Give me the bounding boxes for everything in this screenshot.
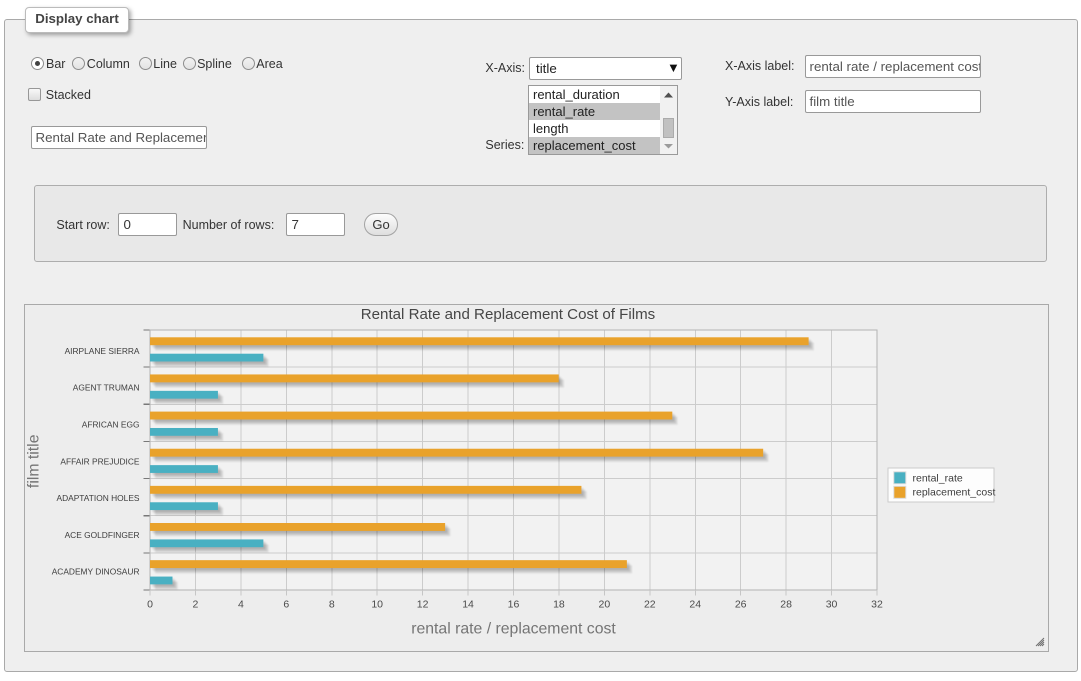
svg-text:16: 16 xyxy=(508,599,520,611)
svg-text:AFRICAN EGG: AFRICAN EGG xyxy=(82,420,140,430)
svg-text:rental rate / replacement cost: rental rate / replacement cost xyxy=(411,620,616,637)
svg-text:rental_rate: rental_rate xyxy=(913,472,963,484)
svg-text:18: 18 xyxy=(553,599,565,611)
svg-text:AFFAIR PREJUDICE: AFFAIR PREJUDICE xyxy=(60,456,140,466)
svg-text:ADAPTATION HOLES: ADAPTATION HOLES xyxy=(57,493,140,503)
svg-text:replacement_cost: replacement_cost xyxy=(913,487,996,499)
svg-text:32: 32 xyxy=(871,599,883,611)
svg-text:10: 10 xyxy=(371,599,383,611)
svg-text:22: 22 xyxy=(644,599,656,611)
svg-text:4: 4 xyxy=(238,599,244,611)
svg-text:14: 14 xyxy=(462,599,474,611)
svg-text:film title: film title xyxy=(26,434,43,488)
svg-text:Rental Rate and Replacement Co: Rental Rate and Replacement Cost of Film… xyxy=(361,306,655,323)
svg-text:2: 2 xyxy=(193,599,199,611)
svg-text:6: 6 xyxy=(283,599,289,611)
svg-text:AGENT TRUMAN: AGENT TRUMAN xyxy=(73,383,140,393)
svg-text:0: 0 xyxy=(147,599,153,611)
svg-text:30: 30 xyxy=(826,599,838,611)
svg-text:ACADEMY DINOSAUR: ACADEMY DINOSAUR xyxy=(52,566,140,576)
svg-text:ACE GOLDFINGER: ACE GOLDFINGER xyxy=(65,530,140,540)
svg-text:8: 8 xyxy=(329,599,335,611)
svg-text:28: 28 xyxy=(780,599,792,611)
svg-text:26: 26 xyxy=(735,599,747,611)
svg-text:AIRPLANE SIERRA: AIRPLANE SIERRA xyxy=(65,346,140,356)
svg-text:20: 20 xyxy=(599,599,611,611)
svg-text:24: 24 xyxy=(689,599,701,611)
svg-text:12: 12 xyxy=(417,599,429,611)
